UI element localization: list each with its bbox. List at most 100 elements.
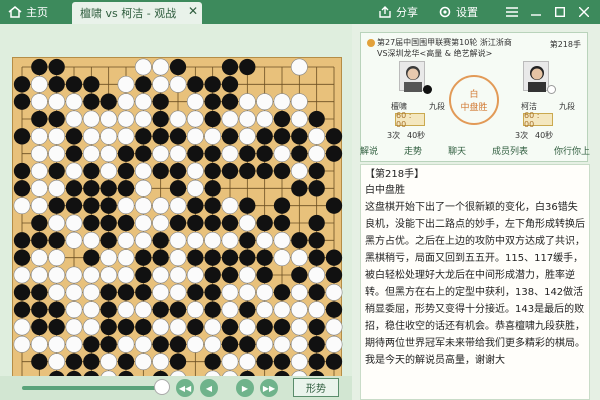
black-stone [308,232,325,249]
prev-move-button[interactable]: ◀ [200,379,218,397]
white-stone [290,318,308,336]
white-stone [238,266,256,284]
white-stone [256,231,274,249]
white-stone [169,145,187,163]
black-stone [239,197,256,214]
close-window-icon[interactable] [572,0,596,24]
white-stone [152,353,170,371]
black-stone [48,76,65,93]
white-byoyomi-count: 3次 [515,131,529,140]
black-stone [273,284,291,301]
black-stone [204,93,221,110]
tab-commentary[interactable]: 解说 [360,144,378,164]
black-stone [31,318,48,336]
black-stone [204,197,221,214]
white-stone [65,93,83,111]
home-button[interactable]: 主页 [4,2,52,22]
black-stone [31,110,48,128]
white-stone [65,214,83,232]
black-stone [117,214,135,232]
white-stone [204,318,222,336]
black-stone [256,214,273,232]
white-stone [30,335,48,353]
black-stone [169,214,187,232]
tab-trend[interactable]: 走势 [404,144,422,164]
tab-you-play[interactable]: 你行你上 [554,144,590,164]
black-stone [152,232,169,249]
black-stone [83,93,100,110]
black-stone [152,93,169,110]
white-stone [186,335,204,353]
black-stone [83,162,100,180]
white-stone [82,318,100,336]
white-stone [152,266,170,284]
territory-button[interactable]: 形势 [293,378,339,397]
black-stone [169,162,187,180]
white-stone [30,145,48,163]
black-stone [308,180,325,197]
black-stone [273,318,291,336]
first-move-button[interactable]: ◀◀ [176,379,194,397]
last-move-button[interactable]: ▶▶ [260,379,278,397]
close-tab-icon[interactable]: ✕ [188,4,198,18]
white-stone [48,353,66,371]
board-svg [13,58,343,388]
black-stone [204,110,221,128]
commentary-panel[interactable]: 【第218手】 白中盘胜 这盘棋开始下出了一个很新颖的变化，白36错失良机，没能… [360,164,590,400]
white-stone [100,353,118,371]
black-stone [100,232,117,249]
black-stone [13,284,31,301]
white-player-time: 60 : 00 [523,111,553,129]
black-stone [325,249,343,266]
move-slider-track[interactable] [22,386,167,390]
white-stone [152,283,170,301]
black-stone [169,58,187,76]
black-stone [100,318,117,336]
white-stone [186,127,204,145]
black-stone [256,145,273,162]
tab-chat[interactable]: 聊天 [448,144,466,164]
black-stone [83,249,100,266]
white-stone [238,283,256,301]
white-stone [290,249,308,267]
white-stone [221,301,239,319]
minimize-icon[interactable] [524,0,548,24]
white-stone [65,231,83,249]
black-stone [48,197,65,214]
black-player-rank: 九段 [429,102,445,111]
rewind-icon: ◀◀ [178,383,192,393]
black-stone [187,214,204,232]
black-stone [169,353,187,370]
tab-game-view[interactable]: 檀啸 vs 柯洁 - 观战 ✕ [72,2,202,24]
white-stone [48,249,66,267]
tab-members[interactable]: 成员列表 [492,144,528,164]
black-stone [325,145,343,162]
black-stone [65,145,83,162]
maximize-icon[interactable] [548,0,572,24]
black-stone [152,336,169,353]
white-byoyomi-seconds: 40秒 [535,131,554,140]
black-stone [169,301,187,318]
white-stone [30,197,48,215]
white-stone [117,110,135,128]
menu-icon[interactable] [500,0,524,24]
share-button[interactable]: 分享 [378,0,418,24]
next-move-button[interactable]: ▶ [236,379,254,397]
white-stone [82,145,100,163]
black-stone [239,301,256,318]
black-stone [308,214,325,232]
go-board[interactable] [12,57,343,388]
white-stone [134,197,152,215]
black-stone [291,180,308,197]
white-stone [186,231,204,249]
black-stone [83,76,100,93]
white-stone [256,301,274,319]
black-stone [83,197,100,214]
black-stone [31,214,48,232]
black-stone [187,284,204,301]
black-byoyomi-seconds: 40秒 [407,131,426,140]
white-stone [48,283,66,301]
black-stone [256,128,273,145]
move-slider-knob[interactable] [154,379,170,395]
settings-button[interactable]: 设置 [438,0,478,24]
